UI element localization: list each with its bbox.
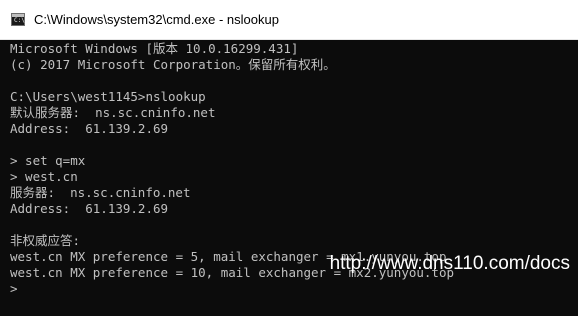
console-line: Microsoft Windows [版本 10.0.16299.431] xyxy=(10,41,299,56)
console-line: Address: 61.139.2.69 xyxy=(10,121,169,136)
console-line: 服务器: ns.sc.cninfo.net xyxy=(10,185,191,200)
title-bar[interactable]: C:\ C:\Windows\system32\cmd.exe - nslook… xyxy=(0,0,578,40)
console-line: C:\Users\west1145>nslookup xyxy=(10,89,206,104)
console-line: (c) 2017 Microsoft Corporation。保留所有权利。 xyxy=(10,57,336,72)
console-line: Address: 61.139.2.69 xyxy=(10,201,169,216)
console-line: > west.cn xyxy=(10,169,78,184)
console-prompt-caret[interactable]: > xyxy=(10,281,18,297)
cmd-icon-prompt: C:\ xyxy=(14,17,25,24)
console-line: > set q=mx xyxy=(10,153,86,168)
console-line: 默认服务器: ns.sc.cninfo.net xyxy=(10,105,216,120)
window-title: C:\Windows\system32\cmd.exe - nslookup xyxy=(34,12,279,27)
cmd-icon[interactable]: C:\ xyxy=(11,13,25,26)
console-line: 非权威应答: xyxy=(10,233,81,248)
watermark-url: http://www.dns110.com/docs xyxy=(329,253,570,274)
